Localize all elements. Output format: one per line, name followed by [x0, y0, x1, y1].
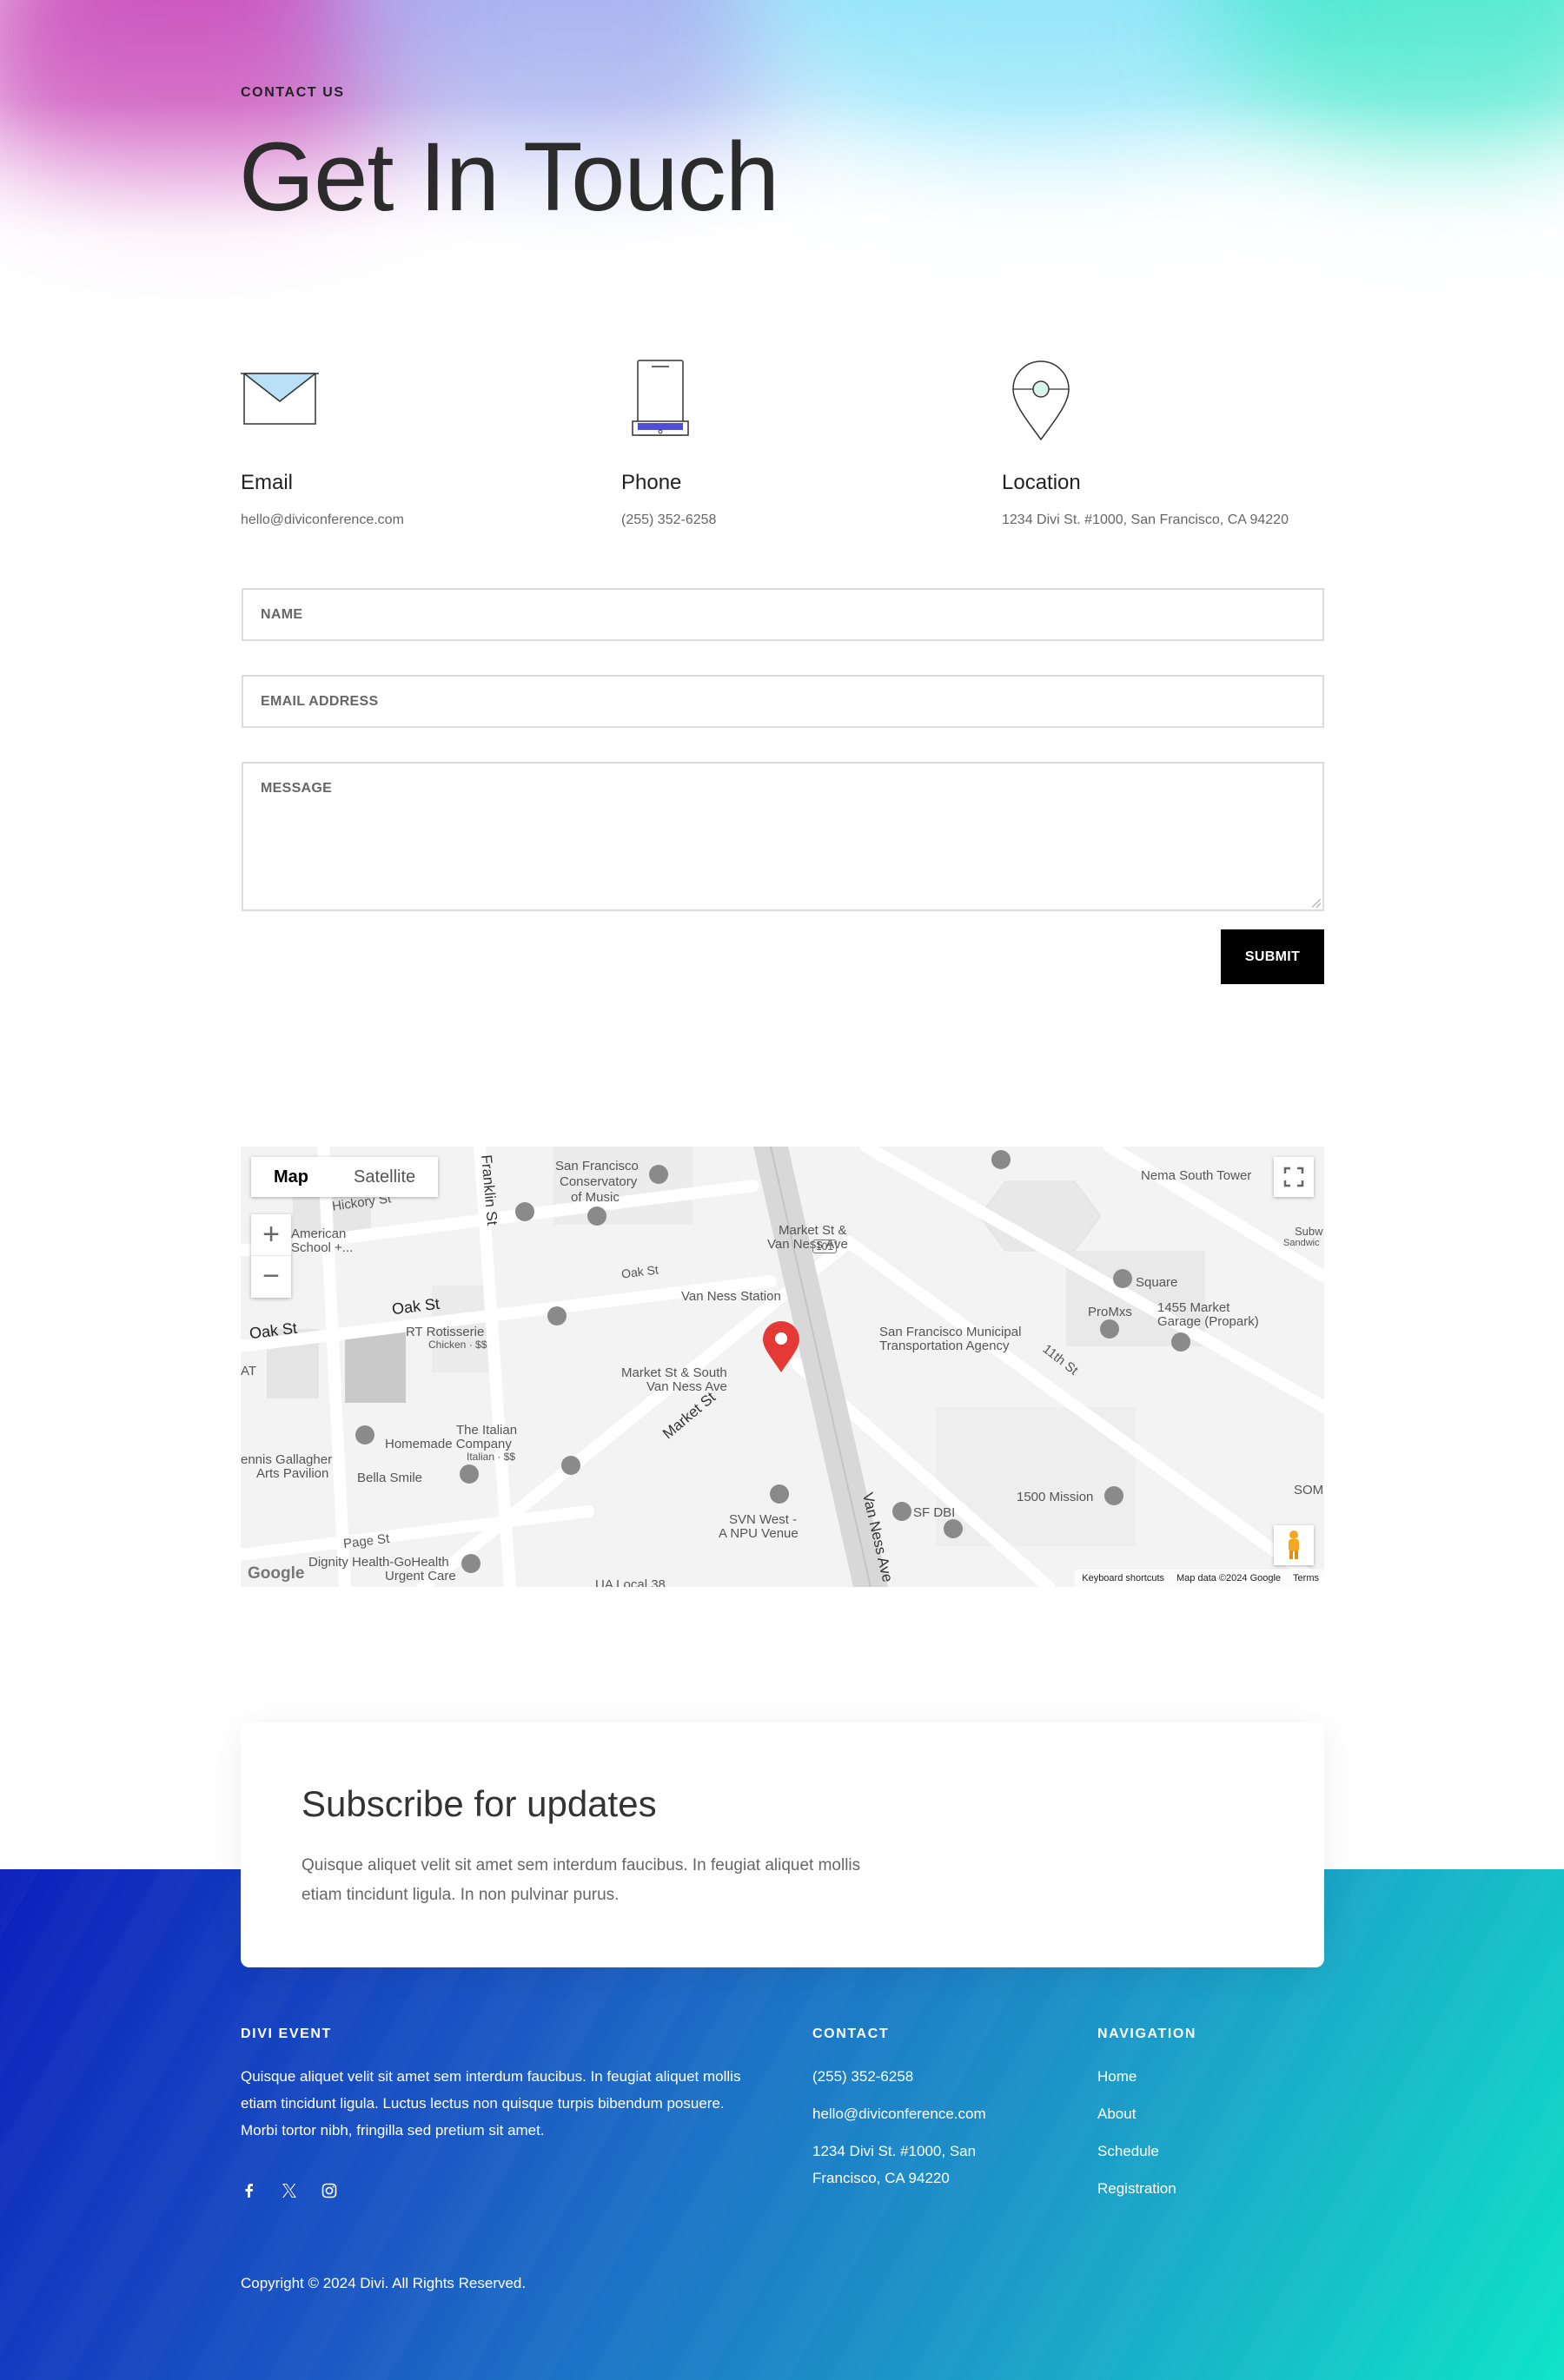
- map-data-text: Map data ©2024 Google: [1176, 1573, 1282, 1583]
- footer-brand-title: DIVI EVENT: [241, 2026, 332, 2041]
- footer-nav-about[interactable]: About: [1097, 2100, 1306, 2127]
- footer-brand-column: DIVI EVENT Quisque aliquet velit sit ame…: [241, 2026, 762, 2144]
- zoom-control: + −: [251, 1214, 291, 1298]
- envelope-icon: [241, 373, 319, 425]
- footer-phone-link[interactable]: (255) 352-6258: [812, 2063, 1038, 2090]
- phone-value: (255) 352-6258: [621, 512, 717, 527]
- map-labels: Franklin St Hickory St San Francisco Con…: [241, 1154, 1324, 1587]
- hero-section: CONTACT US Get In Touch: [0, 0, 1564, 339]
- footer-contact-column: CONTACT (255) 352-6258 hello@diviconfere…: [812, 2026, 1038, 2202]
- keyboard-shortcuts-link[interactable]: Keyboard shortcuts: [1082, 1570, 1164, 1587]
- social-links: [241, 2182, 338, 2199]
- message-textarea[interactable]: MESSAGE: [242, 762, 1324, 911]
- map-attribution: Keyboard shortcuts Map data ©2024 Google…: [1075, 1570, 1324, 1587]
- terms-link[interactable]: Terms: [1293, 1570, 1319, 1587]
- subscribe-card: Subscribe for updates Quisque aliquet ve…: [241, 1722, 1324, 1967]
- zoom-out-button[interactable]: −: [251, 1256, 291, 1298]
- email-input[interactable]: EMAIL ADDRESS: [242, 675, 1324, 728]
- phone-label: Phone: [621, 471, 682, 494]
- footer-nav-registration[interactable]: Registration: [1097, 2175, 1306, 2202]
- resize-handle-icon[interactable]: [1312, 899, 1321, 908]
- subscribe-text: Quisque aliquet velit sit amet sem inter…: [302, 1856, 861, 1904]
- location-label: Location: [1002, 471, 1081, 494]
- google-logo: Google: [248, 1564, 305, 1583]
- hero-eyebrow: CONTACT US: [241, 85, 345, 100]
- smartphone-icon: [632, 360, 689, 436]
- x-icon[interactable]: [281, 2182, 298, 2199]
- map-pin-icon: [1012, 360, 1070, 441]
- contact-location-block: Location 1234 Divi St. #1000, San Franci…: [1002, 356, 1367, 527]
- copyright-text: Copyright © 2024 Divi. All Rights Reserv…: [241, 2275, 527, 2291]
- submit-button[interactable]: SUBMIT: [1221, 929, 1324, 984]
- footer-nav-home[interactable]: Home: [1097, 2063, 1306, 2090]
- footer-email-link[interactable]: hello@diviconference.com: [812, 2100, 1038, 2127]
- map-type-map-button[interactable]: Map: [251, 1157, 331, 1197]
- street-view-button[interactable]: [1274, 1525, 1314, 1565]
- fullscreen-icon: [1283, 1167, 1304, 1187]
- instagram-icon[interactable]: [321, 2182, 338, 2199]
- map-type-control: Map Satellite: [251, 1157, 439, 1197]
- contact-phone-block: Phone (255) 352-6258: [621, 356, 986, 527]
- pegman-icon: [1289, 1530, 1299, 1559]
- footer-brand-text: Quisque aliquet velit sit amet sem inter…: [241, 2068, 741, 2139]
- subscribe-title: Subscribe for updates: [302, 1783, 657, 1824]
- footer-nav-schedule[interactable]: Schedule: [1097, 2138, 1306, 2165]
- footer-contact-title: CONTACT: [812, 2026, 890, 2041]
- name-input[interactable]: NAME: [242, 588, 1324, 641]
- contact-email-block: Email hello@diviconference.com: [241, 356, 606, 527]
- footer-navigation-title: NAVIGATION: [1097, 2026, 1197, 2041]
- footer-navigation-column: NAVIGATION Home About Schedule Registrat…: [1097, 2026, 1306, 2212]
- zoom-in-button[interactable]: +: [251, 1214, 291, 1256]
- map-type-satellite-button[interactable]: Satellite: [331, 1157, 438, 1197]
- facebook-icon[interactable]: [241, 2182, 258, 2199]
- footer-address: 1234 Divi St. #1000, San Francisco, CA 9…: [812, 2143, 977, 2186]
- google-map[interactable]: Franklin St Hickory St San Francisco Con…: [241, 1147, 1324, 1587]
- location-value: 1234 Divi St. #1000, San Francisco, CA 9…: [1002, 512, 1289, 527]
- email-label: Email: [241, 471, 294, 494]
- fullscreen-button[interactable]: [1274, 1157, 1314, 1197]
- page-title: Get In Touch: [239, 122, 779, 231]
- email-value: hello@diviconference.com: [241, 512, 404, 527]
- message-placeholder: MESSAGE: [261, 781, 333, 796]
